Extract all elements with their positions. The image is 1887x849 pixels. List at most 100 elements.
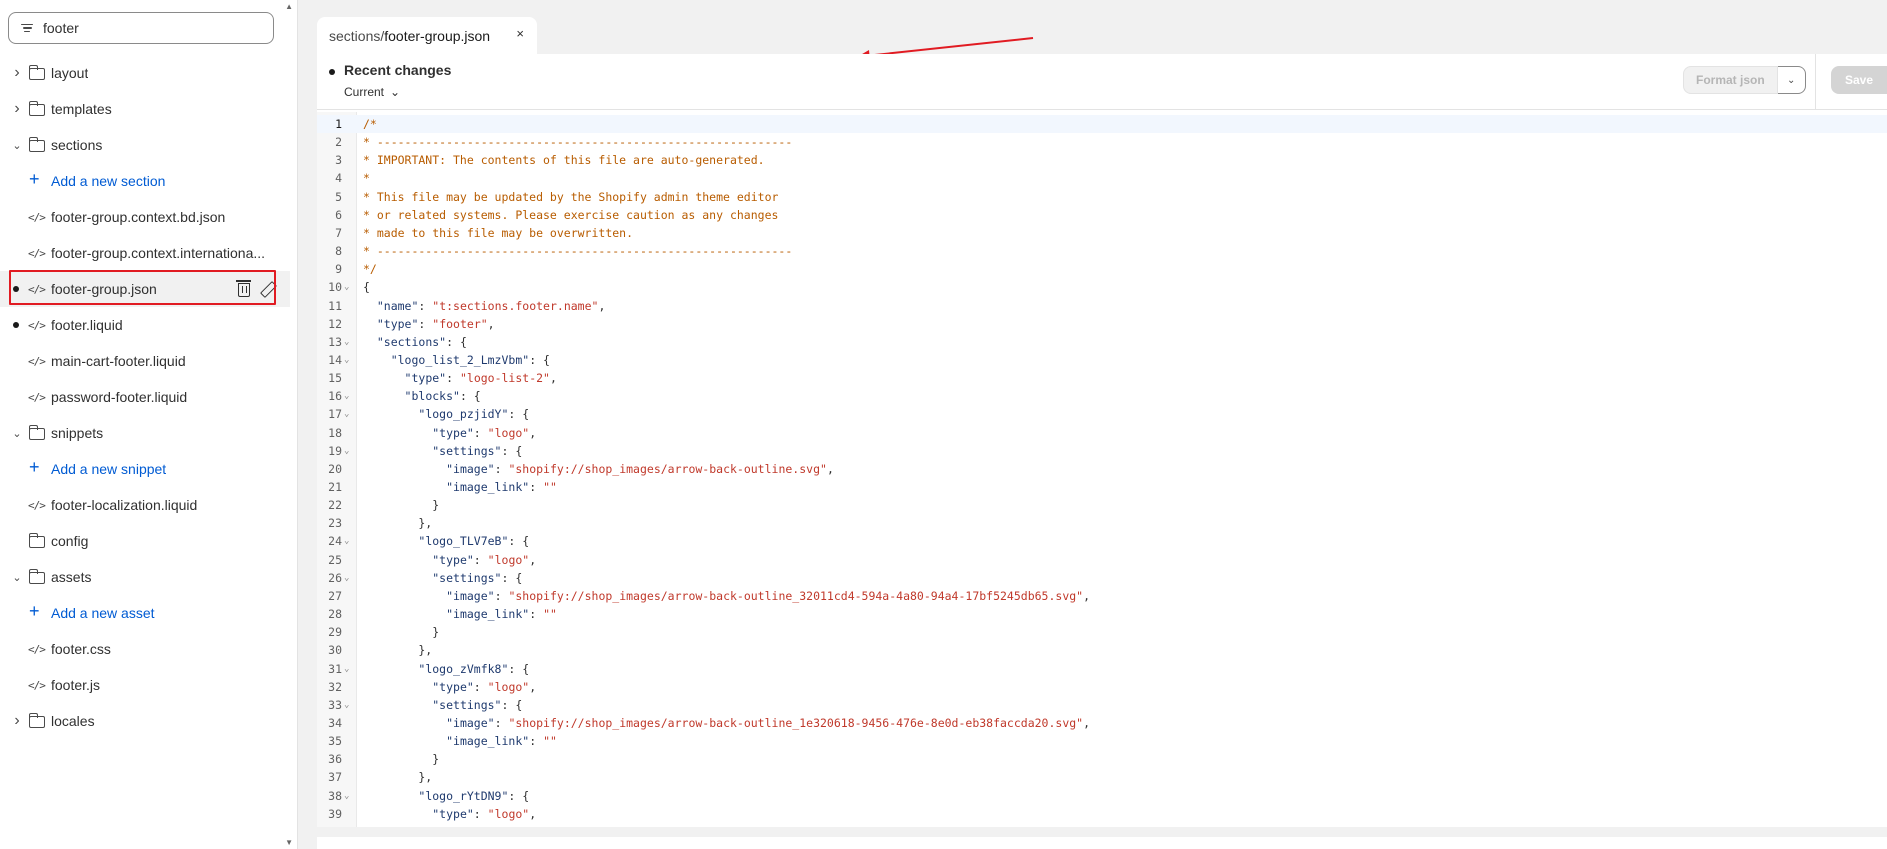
file-item[interactable]: </> footer-group.context.internationa... [0, 235, 290, 271]
folder-item[interactable]: ⌄ sections [0, 127, 290, 163]
code-line[interactable]: 14 ⌄ "logo_list_2_LmzVbm": { [317, 351, 1887, 369]
code-line[interactable]: 1 /* [317, 115, 1887, 134]
code-line[interactable]: 5 * This file may be updated by the Shopi… [317, 188, 1887, 206]
code-line[interactable]: 39 "type": "logo", [317, 805, 1887, 823]
code-line[interactable]: 10 ⌄ { [317, 278, 1887, 296]
code-line[interactable]: 15 "type": "logo-list-2", [317, 369, 1887, 387]
file-item[interactable]: </> footer-localization.liquid [0, 487, 290, 523]
chevron-down-icon[interactable]: ⌄ [10, 139, 24, 152]
file-item[interactable]: </> main-cart-footer.liquid [0, 343, 290, 379]
code-line[interactable]: 31 ⌄ "logo_zVmfk8": { [317, 660, 1887, 678]
code-line[interactable]: 8 * -------------------------------------… [317, 242, 1887, 260]
format-options-chevron-icon[interactable]: ⌄ [1777, 66, 1806, 94]
chevron-down-icon[interactable]: ⌄ [10, 427, 24, 440]
version-label: Current [344, 85, 385, 99]
horizontal-scrollbar[interactable] [317, 827, 1887, 837]
code-line[interactable]: 9 */ [317, 260, 1887, 278]
add-file-link[interactable]: + Add a new snippet [0, 451, 290, 487]
code-line[interactable]: 35 "image_link": "" [317, 732, 1887, 750]
scroll-down-arrow-icon[interactable]: ▼ [285, 838, 293, 847]
scroll-up-arrow-icon[interactable]: ▲ [285, 2, 293, 11]
code-text: * This file may be updated by the Shopif… [363, 189, 779, 204]
code-text: }, [363, 643, 433, 658]
code-line[interactable]: 38 ⌄ "logo_rYtDN9": { [317, 787, 1887, 805]
folder-item[interactable]: ⌄ snippets [0, 415, 290, 451]
file-item[interactable]: </> footer.liquid [0, 307, 290, 343]
code-text: "type": "logo", [432, 425, 537, 440]
file-item[interactable]: </> footer.js [0, 667, 290, 703]
code-line[interactable]: 17 ⌄ "logo_pzjidY": { [317, 405, 1887, 423]
tab-footer-group-json[interactable]: sections/footer-group.json × [317, 17, 537, 54]
folder-item[interactable]: › locales [0, 703, 290, 739]
code-line[interactable]: 30 }, [317, 641, 1887, 659]
code-line[interactable]: 37 }, [317, 768, 1887, 786]
chevron-right-icon[interactable]: › [10, 64, 24, 82]
chevron-right-icon[interactable]: › [10, 712, 24, 730]
folder-item[interactable]: › layout [0, 55, 290, 91]
save-button[interactable]: Save [1831, 66, 1887, 94]
code-line[interactable]: 34 "image": "shopify://shop_images/arrow… [317, 714, 1887, 732]
tree-item-label: templates [51, 101, 112, 117]
folder-item[interactable]: › templates [0, 91, 290, 127]
fold-chevron-icon[interactable]: ⌄ [344, 387, 349, 405]
file-item[interactable]: </> footer-group.json [0, 271, 290, 307]
file-item[interactable]: </> password-footer.liquid [0, 379, 290, 415]
fold-chevron-icon[interactable]: ⌄ [344, 351, 349, 369]
code-line[interactable]: 27 "image": "shopify://shop_images/arrow… [317, 587, 1887, 605]
delete-file-icon[interactable] [236, 280, 251, 297]
line-number: 21 [328, 480, 342, 494]
chevron-down-icon[interactable]: ⌄ [10, 571, 24, 584]
code-line[interactable]: 24 ⌄ "logo_TLV7eB": { [317, 532, 1887, 550]
code-line[interactable]: 25 "type": "logo", [317, 551, 1887, 569]
format-json-button[interactable]: Format json [1683, 66, 1778, 94]
code-line[interactable]: 33 ⌄ "settings": { [317, 696, 1887, 714]
code-line[interactable]: 22 } [317, 496, 1887, 514]
chevron-down-icon: ⌄ [390, 85, 401, 99]
plus-icon: + [29, 169, 40, 189]
folder-item[interactable]: ⌄ assets [0, 559, 290, 595]
file-item[interactable]: </> footer.css [0, 631, 290, 667]
code-line[interactable]: 3 * IMPORTANT: The contents of this file … [317, 151, 1887, 169]
code-line[interactable]: 28 "image_link": "" [317, 605, 1887, 623]
code-line[interactable]: 21 "image_link": "" [317, 478, 1887, 496]
fold-chevron-icon[interactable]: ⌄ [344, 278, 349, 296]
version-selector[interactable]: Current ⌄ [344, 85, 400, 99]
folder-icon [28, 713, 45, 728]
code-line[interactable]: 32 "type": "logo", [317, 678, 1887, 696]
rename-file-icon[interactable] [260, 281, 276, 297]
folder-item[interactable]: config [0, 523, 290, 559]
file-item[interactable]: </> footer-group.context.bd.json [0, 199, 290, 235]
add-file-link[interactable]: + Add a new section [0, 163, 290, 199]
code-line[interactable]: 11 "name": "t:sections.footer.name", [317, 297, 1887, 315]
code-content[interactable]: 1 /* 2 * ----------------------------------… [317, 112, 1887, 837]
line-number: 16 [328, 389, 342, 404]
code-line[interactable]: 19 ⌄ "settings": { [317, 442, 1887, 460]
code-line[interactable]: 2 * -------------------------------------… [317, 133, 1887, 151]
code-line[interactable]: 23 }, [317, 514, 1887, 532]
chevron-right-icon[interactable]: › [10, 100, 24, 118]
fold-chevron-icon[interactable]: ⌄ [344, 660, 349, 678]
fold-chevron-icon[interactable]: ⌄ [344, 696, 349, 714]
code-line[interactable]: 20 "image": "shopify://shop_images/arrow… [317, 460, 1887, 478]
code-line[interactable]: 29 } [317, 623, 1887, 641]
code-line[interactable]: 12 "type": "footer", [317, 315, 1887, 333]
code-line[interactable]: 13 ⌄ "sections": { [317, 333, 1887, 351]
code-line[interactable]: 4 * [317, 169, 1887, 187]
fold-chevron-icon[interactable]: ⌄ [344, 787, 349, 805]
code-line[interactable]: 36 } [317, 750, 1887, 768]
fold-chevron-icon[interactable]: ⌄ [344, 333, 349, 351]
code-line[interactable]: 18 "type": "logo", [317, 424, 1887, 442]
file-search-input[interactable] [43, 20, 243, 36]
fold-chevron-icon[interactable]: ⌄ [344, 442, 349, 460]
code-line[interactable]: 7 * made to this file may be overwritten. [317, 224, 1887, 242]
add-file-link[interactable]: + Add a new asset [0, 595, 290, 631]
fold-chevron-icon[interactable]: ⌄ [344, 569, 349, 587]
code-line[interactable]: 16 ⌄ "blocks": { [317, 387, 1887, 405]
file-search-box[interactable] [8, 12, 274, 44]
line-number: 15 [328, 371, 342, 386]
fold-chevron-icon[interactable]: ⌄ [344, 532, 349, 550]
close-tab-icon[interactable]: × [516, 26, 524, 41]
fold-chevron-icon[interactable]: ⌄ [344, 405, 349, 423]
code-line[interactable]: 6 * or related systems. Please exercise c… [317, 206, 1887, 224]
code-line[interactable]: 26 ⌄ "settings": { [317, 569, 1887, 587]
